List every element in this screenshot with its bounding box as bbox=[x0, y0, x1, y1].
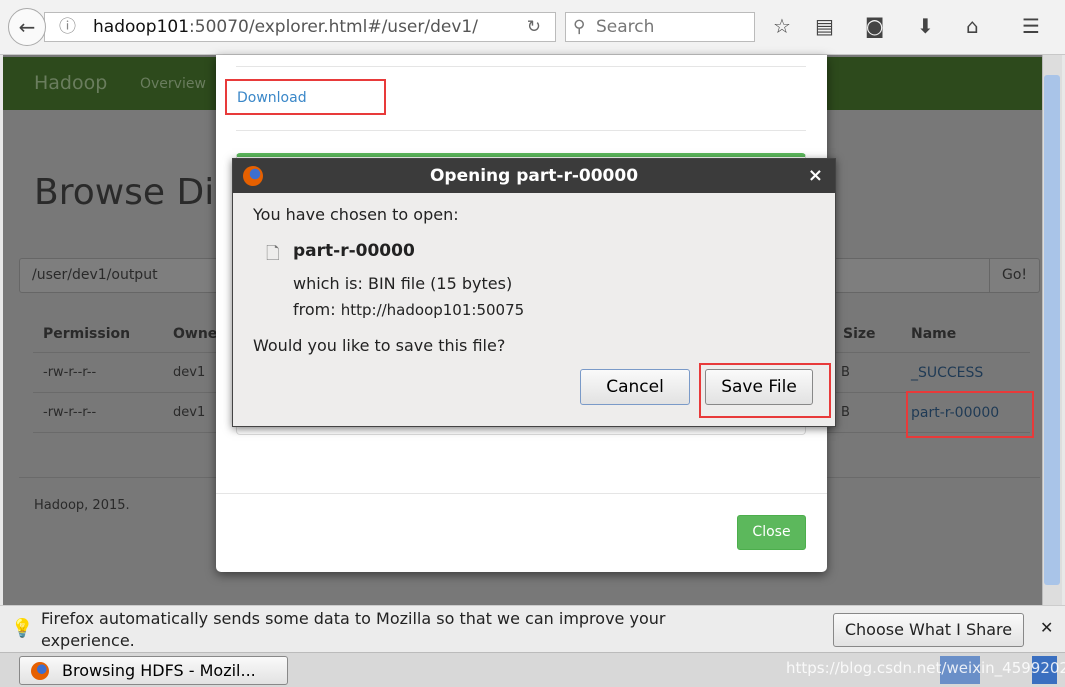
choose-what-i-share-button[interactable]: Choose What I Share bbox=[833, 613, 1024, 647]
notification-close-icon[interactable]: ✕ bbox=[1040, 618, 1053, 637]
download-icon[interactable]: ⬇ bbox=[917, 14, 934, 38]
taskbar-task-firefox[interactable]: Browsing HDFS - Mozil... bbox=[19, 656, 288, 685]
reload-icon[interactable]: ↻ bbox=[527, 13, 541, 41]
info-icon: ⓘ bbox=[59, 17, 76, 37]
notification-bar: 💡 Firefox automatically sends some data … bbox=[0, 605, 1065, 652]
dialog-close-icon[interactable]: × bbox=[808, 159, 823, 193]
dialog-filename: part-r-00000 bbox=[293, 241, 415, 261]
file-icon: 🗋 bbox=[266, 244, 280, 264]
col-name[interactable]: Name bbox=[911, 326, 956, 342]
nav-overview[interactable]: Overview bbox=[140, 76, 206, 92]
url-bar[interactable]: ⓘ hadoop101:50070/explorer.html#/user/dev… bbox=[44, 12, 556, 42]
menu-icon[interactable]: ☰ bbox=[1022, 14, 1040, 38]
bookmark-star-icon[interactable]: ☆ bbox=[773, 14, 791, 38]
search-icon: ⚲ bbox=[573, 17, 586, 37]
lightbulb-icon: 💡 bbox=[11, 618, 34, 639]
cancel-button[interactable]: Cancel bbox=[580, 369, 690, 405]
pocket-icon[interactable]: ◙ bbox=[865, 14, 884, 38]
close-button[interactable]: Close bbox=[737, 515, 806, 550]
col-size[interactable]: Size bbox=[843, 326, 876, 342]
open-file-dialog: Opening part-r-00000 × You have chosen t… bbox=[232, 158, 836, 427]
col-permission[interactable]: Permission bbox=[43, 326, 130, 342]
home-icon[interactable]: ⌂ bbox=[966, 14, 979, 38]
back-button[interactable]: ← bbox=[8, 8, 46, 46]
taskbar: Browsing HDFS - Mozil... https://blog.cs… bbox=[0, 652, 1065, 687]
browser-toolbar: ⓘ hadoop101:50070/explorer.html#/user/dev… bbox=[0, 0, 1065, 55]
reading-list-icon[interactable]: ▤ bbox=[815, 14, 834, 38]
scrollbar-thumb[interactable] bbox=[1044, 75, 1060, 585]
dialog-titlebar: Opening part-r-00000 × bbox=[233, 159, 835, 193]
firefox-icon bbox=[31, 662, 49, 680]
page-title: Browse Dir bbox=[34, 172, 230, 213]
search-input[interactable]: ⚲ Search bbox=[565, 12, 755, 42]
firefox-icon bbox=[243, 166, 263, 186]
footer: Hadoop, 2015. bbox=[34, 498, 130, 513]
watermark: https://blog.csdn.net/weixin_45992021 bbox=[786, 659, 1065, 677]
go-button[interactable]: Go! bbox=[989, 259, 1039, 292]
brand[interactable]: Hadoop bbox=[34, 72, 107, 94]
file-link-success[interactable]: _SUCCESS bbox=[911, 365, 983, 381]
